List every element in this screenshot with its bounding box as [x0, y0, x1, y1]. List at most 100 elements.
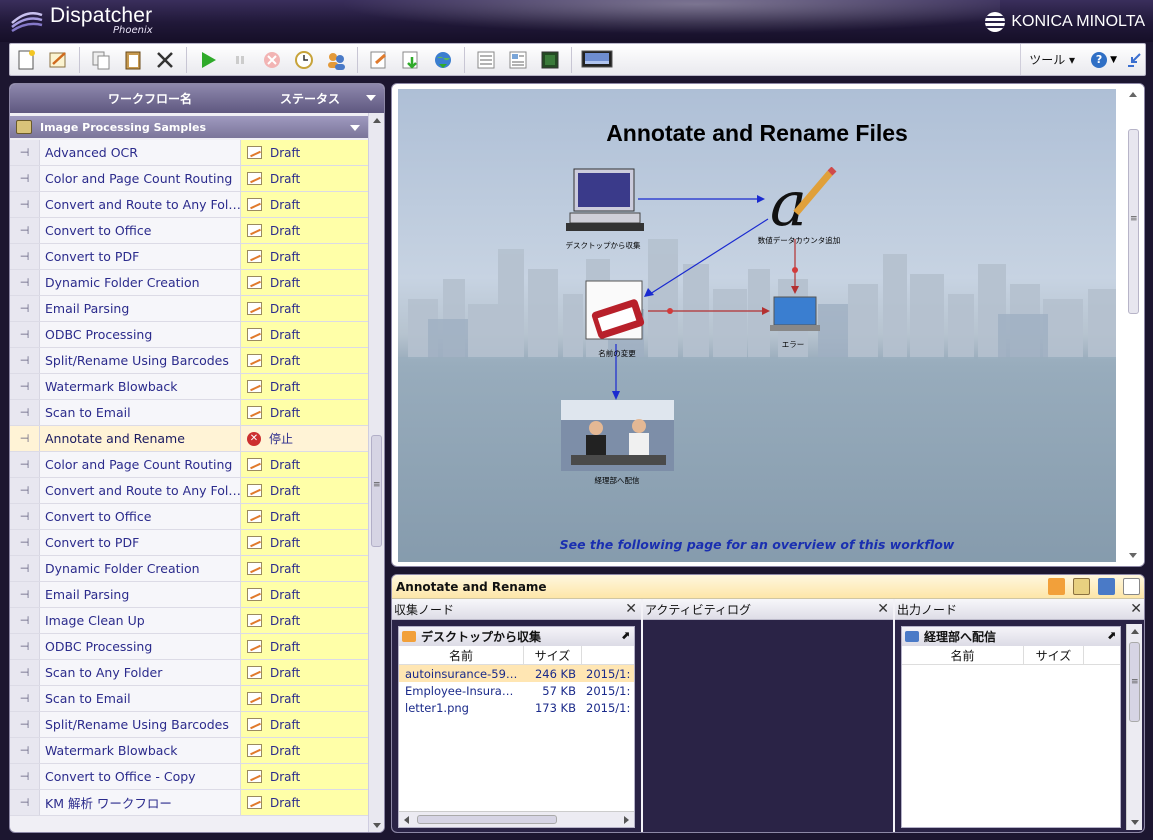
workflow-row[interactable]: ⊣ Watermark Blowback Draft [10, 374, 368, 400]
workflow-row[interactable]: ⊣ Color and Page Count Routing Draft [10, 452, 368, 478]
stop-button[interactable] [257, 45, 287, 75]
collapse-button[interactable] [1123, 52, 1145, 67]
pin-icon[interactable]: ⊣ [10, 530, 40, 555]
report-icon[interactable] [1073, 578, 1090, 595]
export-button[interactable] [364, 45, 394, 75]
group-dropdown-icon[interactable] [350, 125, 360, 131]
workflow-name[interactable]: Convert and Route to Any Fol… [40, 478, 241, 503]
workflow-name[interactable]: ODBC Processing [40, 322, 241, 347]
column-date[interactable] [582, 646, 634, 664]
computer-node-icon[interactable] [566, 167, 644, 233]
pin-icon[interactable]: ⊣ [10, 504, 40, 529]
annotate-node-icon[interactable]: a [768, 167, 838, 235]
column-status[interactable]: ステータス [280, 90, 340, 107]
workflow-row[interactable]: ⊣ ODBC Processing Draft [10, 322, 368, 348]
workflow-row[interactable]: ⊣ Annotate and Rename ✕ 停止 [10, 426, 368, 452]
workflow-name[interactable]: Convert to Office - Copy [40, 764, 241, 789]
close-icon[interactable]: ✕ [1130, 601, 1142, 617]
workflow-name[interactable]: Convert to Office [40, 504, 241, 529]
popout-icon[interactable]: ⬈ [621, 629, 630, 642]
file-row[interactable]: Employee-Insura… 57 KB 2015/1: [399, 682, 634, 699]
workflow-row[interactable]: ⊣ Scan to Email Draft [10, 686, 368, 712]
workflow-row[interactable]: ⊣ KM 解析 ワークフロー Draft [10, 790, 368, 816]
workflow-group[interactable]: Image Processing Samples [10, 116, 368, 138]
scroll-up-icon[interactable] [1129, 92, 1137, 97]
tools-menu[interactable]: ツール ▾ [1029, 51, 1075, 68]
scroll-left-icon[interactable] [404, 816, 409, 824]
workflow-name[interactable]: Scan to Email [40, 686, 241, 711]
workflow-name[interactable]: Color and Page Count Routing [40, 452, 241, 477]
workflow-row[interactable]: ⊣ Scan to Email Draft [10, 400, 368, 426]
console-button[interactable] [535, 45, 565, 75]
scroll-right-icon[interactable] [624, 816, 629, 824]
error-node-icon[interactable] [770, 295, 820, 335]
scroll-down-icon[interactable] [1131, 820, 1139, 825]
workflow-name[interactable]: Scan to Email [40, 400, 241, 425]
pin-icon[interactable]: ⊣ [10, 764, 40, 789]
workflow-name[interactable]: Convert to Office [40, 218, 241, 243]
column-size[interactable]: サイズ [1024, 646, 1084, 664]
pause-button[interactable] [225, 45, 255, 75]
workflow-name[interactable]: Email Parsing [40, 582, 241, 607]
schedule-button[interactable] [289, 45, 319, 75]
help-menu[interactable]: ? ▼ [1091, 51, 1117, 68]
pin-icon[interactable]: ⊣ [10, 218, 40, 243]
new-button[interactable] [11, 45, 41, 75]
import-button[interactable] [396, 45, 426, 75]
pin-icon[interactable]: ⊣ [10, 426, 40, 451]
pin-icon[interactable]: ⊣ [10, 400, 40, 425]
pin-icon[interactable]: ⊣ [10, 608, 40, 633]
workflow-name[interactable]: Annotate and Rename [40, 426, 241, 451]
workflow-row[interactable]: ⊣ Convert and Route to Any Fol… Draft [10, 478, 368, 504]
workflow-row[interactable]: ⊣ Color and Page Count Routing Draft [10, 166, 368, 192]
file-row[interactable]: letter1.png 173 KB 2015/1: [399, 699, 634, 716]
file-table-hscroll[interactable] [399, 811, 634, 827]
output-vscroll[interactable] [1126, 624, 1142, 830]
workflow-row[interactable]: ⊣ Dynamic Folder Creation Draft [10, 270, 368, 296]
workflow-name[interactable]: ODBC Processing [40, 634, 241, 659]
pin-icon[interactable]: ⊣ [10, 634, 40, 659]
column-workflow-name[interactable]: ワークフロー名 [108, 90, 192, 107]
pin-icon[interactable]: ⊣ [10, 738, 40, 763]
deliver-node-icon[interactable] [561, 400, 674, 471]
workflow-name[interactable]: Split/Rename Using Barcodes [40, 348, 241, 373]
scroll-thumb[interactable] [1128, 129, 1139, 314]
workflow-name[interactable]: Convert to PDF [40, 530, 241, 555]
workflow-name[interactable]: Dynamic Folder Creation [40, 270, 241, 295]
monitor-button[interactable] [578, 45, 616, 75]
popout-icon[interactable] [1123, 578, 1140, 595]
workflow-name[interactable]: Convert to PDF [40, 244, 241, 269]
close-icon[interactable]: ✕ [625, 601, 637, 617]
workflow-name[interactable]: Advanced OCR [40, 140, 241, 165]
pin-icon[interactable]: ⊣ [10, 582, 40, 607]
workflow-row[interactable]: ⊣ Email Parsing Draft [10, 296, 368, 322]
workflow-name[interactable]: Email Parsing [40, 296, 241, 321]
workflow-row[interactable]: ⊣ Convert and Route to Any Fol… Draft [10, 192, 368, 218]
workflow-name[interactable]: KM 解析 ワークフロー [40, 790, 241, 815]
folder-blue-icon[interactable] [1098, 578, 1115, 595]
edit-button[interactable] [43, 45, 73, 75]
scroll-thumb[interactable] [1129, 642, 1140, 722]
pin-icon[interactable]: ⊣ [10, 478, 40, 503]
workflow-name[interactable]: Color and Page Count Routing [40, 166, 241, 191]
file-row[interactable]: autoinsurance-59… 246 KB 2015/1: [399, 665, 634, 682]
workflow-row[interactable]: ⊣ Watermark Blowback Draft [10, 738, 368, 764]
workflow-row[interactable]: ⊣ ODBC Processing Draft [10, 634, 368, 660]
pin-icon[interactable]: ⊣ [10, 140, 40, 165]
scroll-down-icon[interactable] [1129, 553, 1137, 558]
workflow-row[interactable]: ⊣ Convert to Office Draft [10, 218, 368, 244]
workflow-row[interactable]: ⊣ Email Parsing Draft [10, 582, 368, 608]
workflow-row[interactable]: ⊣ Convert to Office Draft [10, 504, 368, 530]
folder-orange-icon[interactable] [1048, 578, 1065, 595]
workflow-name[interactable]: Watermark Blowback [40, 738, 241, 763]
pin-icon[interactable]: ⊣ [10, 244, 40, 269]
overview-link[interactable]: See the following page for an overview o… [398, 537, 1116, 552]
header-dropdown-icon[interactable] [366, 95, 376, 101]
split-view-button[interactable] [503, 45, 533, 75]
users-button[interactable] [321, 45, 351, 75]
rename-node-icon[interactable] [584, 279, 650, 343]
workflow-row[interactable]: ⊣ Split/Rename Using Barcodes Draft [10, 712, 368, 738]
workflow-row[interactable]: ⊣ Image Clean Up Draft [10, 608, 368, 634]
delete-button[interactable] [150, 45, 180, 75]
pin-icon[interactable]: ⊣ [10, 322, 40, 347]
